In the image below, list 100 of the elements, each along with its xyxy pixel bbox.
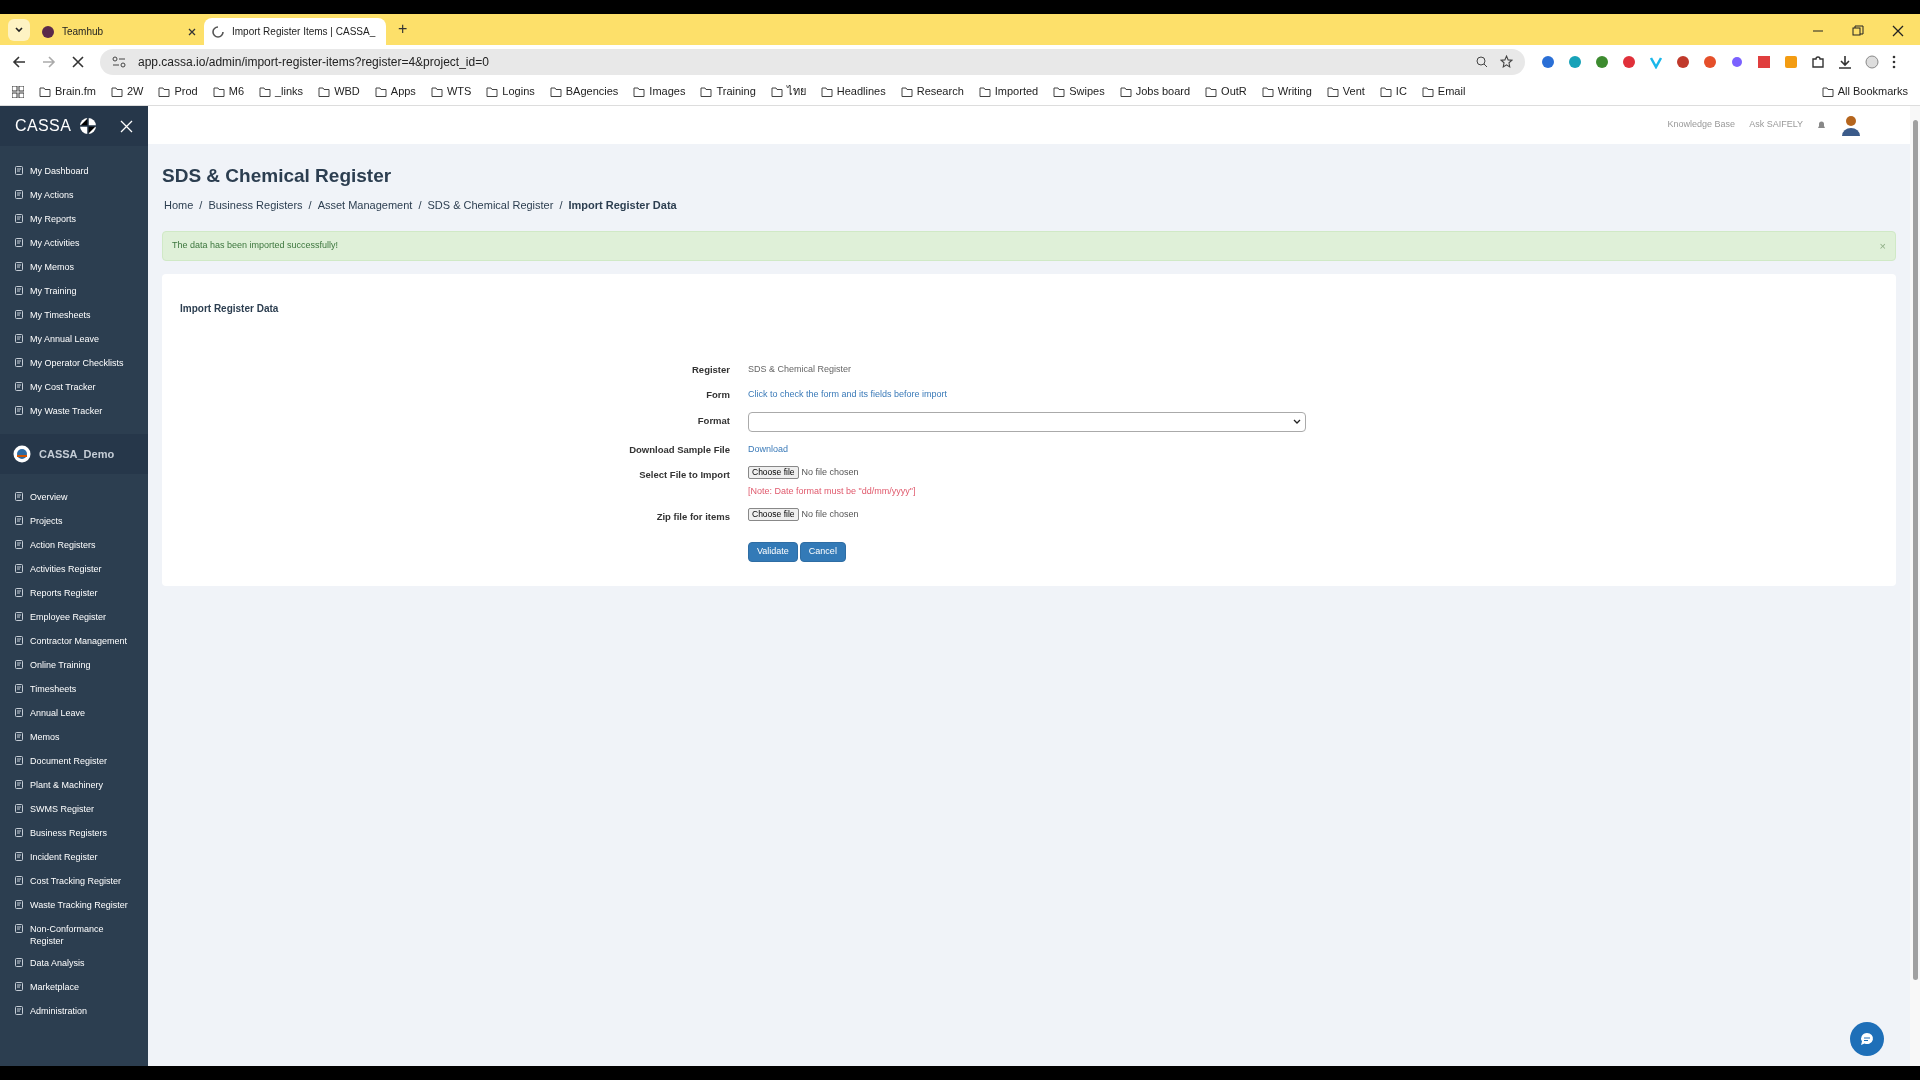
avatar-icon[interactable] [1840, 114, 1862, 136]
chat-button[interactable] [1850, 1022, 1884, 1056]
bookmark[interactable]: Logins [486, 83, 535, 100]
bookmark[interactable]: WBD [318, 83, 360, 100]
sidebar-item[interactable]: My Dashboard [0, 160, 148, 184]
sidebar-item[interactable]: Administration [0, 1000, 148, 1024]
sidebar-item[interactable]: Action Registers [0, 534, 148, 558]
sidebar-item[interactable]: Overview [0, 486, 148, 510]
field-value: SDS & Chemical Register [748, 363, 852, 376]
tab-list-button[interactable] [8, 19, 30, 41]
cancel-button[interactable]: Cancel [799, 542, 846, 562]
breadcrumb-link[interactable]: SDS & Chemical Register [427, 196, 554, 213]
extension-icon[interactable] [1568, 54, 1582, 69]
sidebar-item[interactable]: Data Analysis [0, 952, 148, 976]
bookmark[interactable]: M6 [212, 83, 244, 100]
sidebar-item[interactable]: Contractor Management [0, 630, 148, 654]
close-tab-icon[interactable] [188, 27, 196, 36]
bookmark[interactable]: BAgencies [549, 83, 619, 100]
browser-tab[interactable]: Teamhub [34, 18, 204, 45]
menu-item-icon [15, 1006, 23, 1015]
sidebar-item[interactable]: My Reports [0, 208, 148, 232]
bookmark[interactable]: Imported [978, 83, 1039, 100]
field-link[interactable]: Download [748, 440, 789, 456]
sidebar-item[interactable]: Activities Register [0, 558, 148, 582]
close-icon[interactable] [1892, 25, 1904, 37]
address-bar[interactable]: app.cassa.io/admin/import-register-items?register=4&project_id=0 [100, 48, 1525, 75]
bookmark[interactable]: WTS [430, 83, 472, 100]
extension-icon[interactable] [1730, 54, 1744, 69]
breadcrumb-link[interactable]: Home [164, 196, 194, 213]
sidebar-item[interactable]: My Operator Checklists [0, 352, 148, 376]
bookmark[interactable]: Research [900, 83, 964, 100]
restore-icon[interactable] [1852, 25, 1864, 37]
sidebar-item[interactable]: Memos [0, 726, 148, 750]
bookmark[interactable]: Writing [1261, 83, 1312, 100]
menu-item-icon [15, 804, 23, 813]
sidebar-item[interactable]: My Memos [0, 256, 148, 280]
bookmark[interactable]: ไทย [770, 83, 806, 100]
back-icon[interactable] [12, 54, 26, 69]
puzzle-icon[interactable] [1811, 54, 1825, 69]
sidebar-item[interactable]: SWMS Register [0, 798, 148, 822]
sidebar-item[interactable]: My Waste Tracker [0, 400, 148, 424]
profile-icon[interactable] [1865, 54, 1879, 69]
sidebar-item[interactable]: Employee Register [0, 606, 148, 630]
sidebar-item[interactable]: My Annual Leave [0, 328, 148, 352]
bookmark[interactable]: Prod [158, 83, 198, 100]
validate-button[interactable]: Validate [748, 542, 798, 562]
field-label: Select File to Import [638, 467, 730, 482]
sidebar-item[interactable]: Reports Register [0, 582, 148, 606]
bookmark[interactable]: Jobs board [1119, 83, 1191, 100]
all-bookmarks-button[interactable]: All Bookmarks [1821, 83, 1908, 100]
sidebar-item[interactable]: Non-Conformance Register [0, 918, 148, 952]
sidebar-item[interactable]: My Timesheets [0, 304, 148, 328]
sidebar-item[interactable]: Annual Leave [0, 702, 148, 726]
sidebar-item[interactable]: Waste Tracking Register [0, 894, 148, 918]
sidebar-item[interactable]: Marketplace [0, 976, 148, 1000]
sidebar-item[interactable]: Document Register [0, 750, 148, 774]
field-link[interactable]: Click to check the form and its fields before import [748, 386, 948, 402]
bookmark[interactable]: IC [1379, 83, 1407, 100]
menu-item-icon [15, 708, 23, 717]
bookmark[interactable]: Headlines [820, 83, 886, 100]
sidebar-item[interactable]: My Cost Tracker [0, 376, 148, 400]
bookmark[interactable]: Email [1421, 83, 1466, 100]
bookmark[interactable]: Training [700, 83, 756, 100]
bookmark[interactable]: Vent [1326, 83, 1365, 100]
choose-file-button[interactable]: Choose file [748, 466, 799, 479]
sidebar-item[interactable]: My Actions [0, 184, 148, 208]
bookmark[interactable]: Apps [374, 83, 416, 100]
menu-icon[interactable] [1892, 54, 1896, 69]
extension-icon[interactable] [1703, 54, 1717, 69]
breadcrumb-link[interactable]: Business Registers [208, 196, 303, 213]
apps-icon[interactable] [12, 85, 24, 98]
extension-icon[interactable] [1595, 54, 1609, 69]
browser-tab[interactable]: Import Register Items | CASSA_ [204, 18, 386, 45]
bookmark[interactable]: Images [633, 83, 686, 100]
download-icon[interactable] [1838, 54, 1852, 69]
sidebar-item[interactable]: Online Training [0, 654, 148, 678]
breadcrumb-link[interactable]: Asset Management [317, 196, 413, 213]
star-icon[interactable] [1500, 55, 1513, 68]
extension-icon[interactable] [1622, 54, 1636, 69]
bookmark[interactable]: OutR [1205, 83, 1247, 100]
new-tab-button[interactable]: + [398, 21, 408, 37]
sidebar-item[interactable]: Incident Register [0, 846, 148, 870]
bell-icon[interactable] [1817, 120, 1826, 130]
stop-icon[interactable] [72, 55, 84, 68]
bookmark[interactable]: Brain.fm [39, 83, 96, 100]
choose-file-button[interactable]: Choose file [748, 508, 799, 521]
sidebar-item[interactable]: My Activities [0, 232, 148, 256]
bookmark[interactable]: 2W [110, 83, 144, 100]
extension-icon[interactable] [1676, 54, 1690, 69]
extension-icon[interactable] [1541, 54, 1555, 69]
bookmark[interactable]: _links [259, 83, 304, 100]
sidebar-item[interactable]: Cost Tracking Register [0, 870, 148, 894]
zoom-icon[interactable] [1476, 55, 1488, 68]
bookmark[interactable]: Swipes [1053, 83, 1105, 100]
sidebar-item[interactable]: Projects [0, 510, 148, 534]
sidebar-item[interactable]: Business Registers [0, 822, 148, 846]
sidebar-item[interactable]: Plant & Machinery [0, 774, 148, 798]
extension-icon[interactable] [1757, 54, 1771, 69]
sidebar-item[interactable]: My Training [0, 280, 148, 304]
sidebar-item[interactable]: Timesheets [0, 678, 148, 702]
